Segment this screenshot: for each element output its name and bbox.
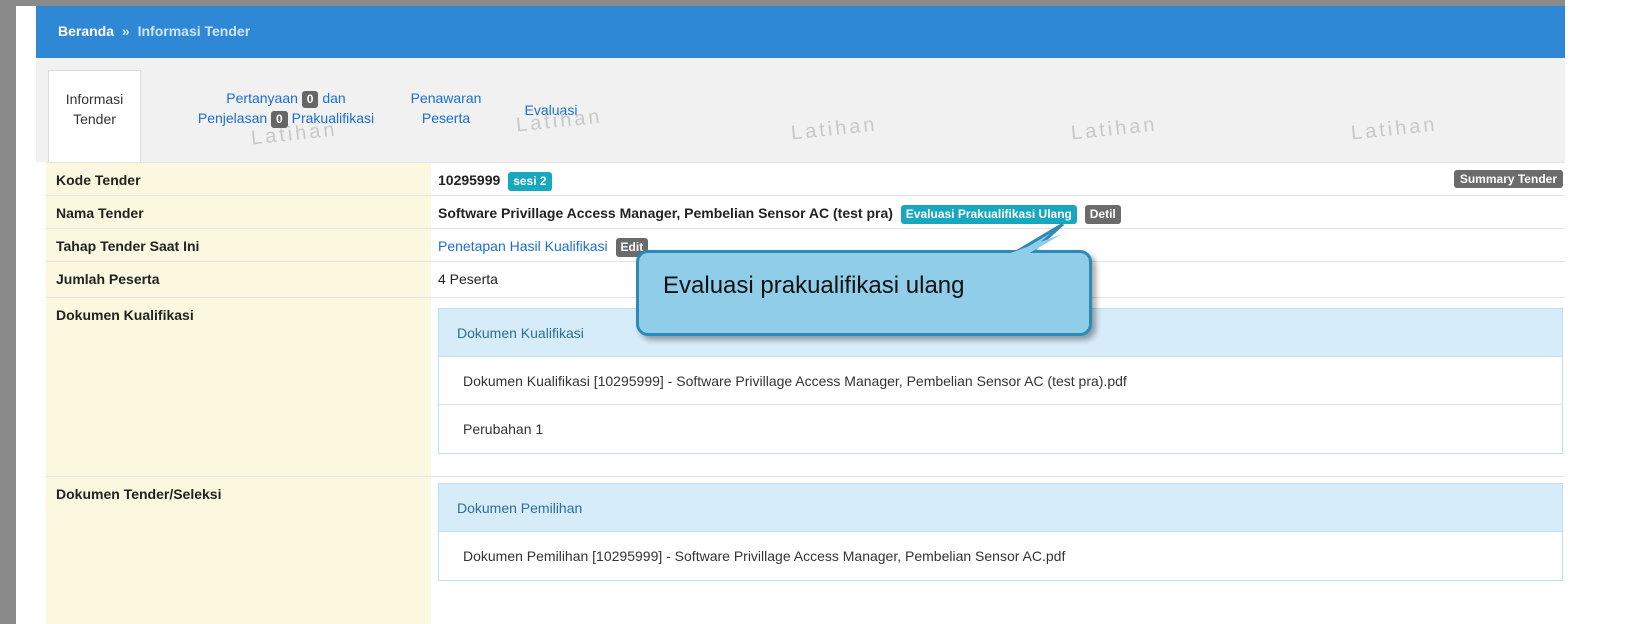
dokumen-pemilihan-panel: Dokumen Pemilihan Dokumen Pemilihan [102…: [438, 483, 1563, 581]
sesi-badge: sesi 2: [508, 172, 552, 191]
breadcrumb-current: Informasi Tender: [137, 23, 251, 39]
tab-pertanyaan-label: Pertanyaan: [226, 90, 298, 106]
watermark-text: Latihan: [790, 113, 879, 145]
value-dokumen-tender-cell: Dokumen Pemilihan Dokumen Pemilihan [102…: [431, 477, 1571, 624]
kode-tender-value: 10295999: [438, 172, 501, 188]
annotation-callout: Evaluasi prakualifikasi ulang: [636, 250, 1092, 336]
page-margin: [1565, 0, 1635, 624]
watermark-text: Latihan: [1350, 113, 1439, 145]
breadcrumb-home[interactable]: Beranda: [58, 23, 114, 39]
tab-informasi-tender-line2: Tender: [73, 111, 116, 127]
label-tahap-tender: Tahap Tender Saat Ini: [46, 229, 431, 261]
breadcrumb: Beranda » Informasi Tender: [36, 6, 1581, 58]
label-dokumen-kualifikasi: Dokumen Kualifikasi: [46, 298, 431, 476]
tab-penjelasan-label: Penjelasan: [197, 110, 268, 126]
tab-pertanyaan-line: Pertanyaan 0 dan: [171, 88, 401, 108]
callout-pointer-cover: [1008, 234, 1062, 254]
label-dokumen-tender: Dokumen Tender/Seleksi: [46, 477, 431, 624]
tab-penawaran-peserta[interactable]: Penawaran Peserta: [401, 70, 491, 162]
tab-pertanyaan-penjelasan[interactable]: Pertanyaan 0 dan Penjelasan 0 Prakualifi…: [171, 70, 401, 162]
dokumen-pemilihan-file-link[interactable]: Dokumen Pemilihan [10295999] - Software …: [439, 532, 1562, 580]
page-frame: Beranda » Informasi Tender Informasi Ten…: [0, 0, 1635, 624]
summary-tender-button[interactable]: Summary Tender: [1453, 170, 1563, 188]
row-dokumen-tender: Dokumen Tender/Seleksi Dokumen Pemilihan…: [46, 476, 1571, 624]
breadcrumb-separator: »: [121, 23, 130, 39]
tab-penawaran-line1: Penawaran: [410, 90, 482, 106]
label-jumlah-peserta: Jumlah Peserta: [46, 262, 431, 297]
label-nama-tender: Nama Tender: [46, 196, 431, 228]
tab-penawaran-line2: Peserta: [421, 110, 471, 126]
dokumen-pemilihan-heading: Dokumen Pemilihan: [439, 484, 1562, 532]
tab-informasi-tender[interactable]: Informasi Tender: [48, 70, 141, 162]
pertanyaan-count-badge: 0: [301, 91, 319, 108]
tahap-tender-link[interactable]: Penetapan Hasil Kualifikasi: [438, 238, 608, 254]
perubahan-link[interactable]: Perubahan 1: [439, 405, 1562, 453]
tab-informasi-tender-line1: Informasi: [65, 91, 124, 107]
dokumen-kualifikasi-file-link[interactable]: Dokumen Kualifikasi [10295999] - Softwar…: [439, 357, 1562, 405]
nama-tender-value: Software Privillage Access Manager, Pemb…: [438, 205, 893, 221]
value-kode-tender-cell: 10295999 sesi 2 Summary Tender: [431, 163, 1571, 195]
tab-pertanyaan-suffix: dan: [322, 90, 346, 106]
row-kode-tender: Kode Tender 10295999 sesi 2 Summary Tend…: [46, 162, 1571, 195]
label-kode-tender: Kode Tender: [46, 163, 431, 195]
watermark-text: Latihan: [1070, 113, 1159, 145]
tab-bar: Informasi Tender Pertanyaan 0 dan Penjel…: [36, 58, 1581, 162]
row-nama-tender: Nama Tender Software Privillage Access M…: [46, 195, 1571, 228]
